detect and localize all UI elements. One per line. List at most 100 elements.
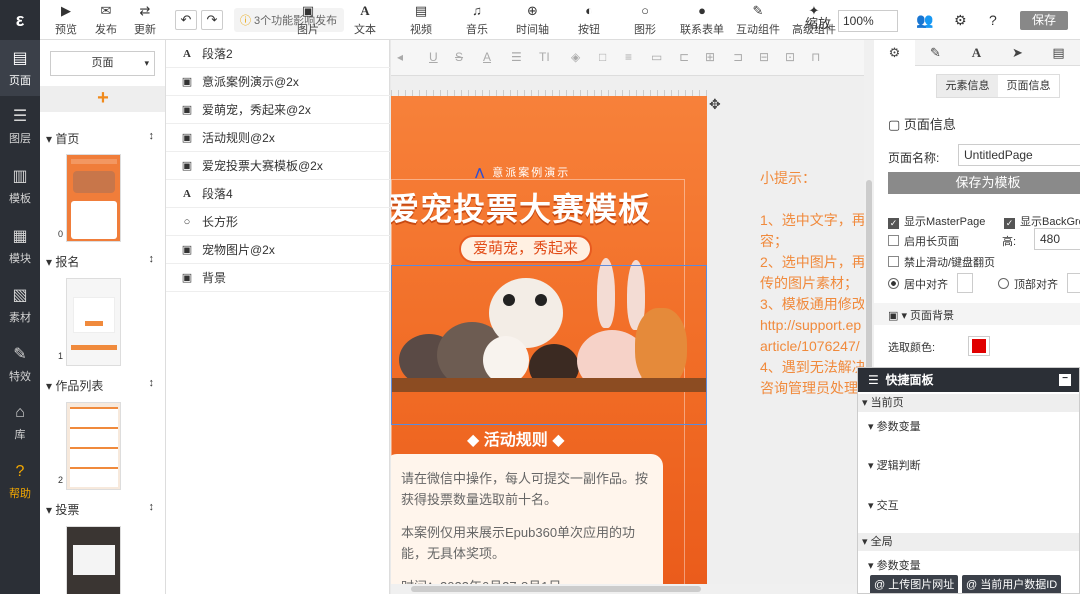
page-section-vote[interactable]: ▾ 投票 ↕ (46, 501, 158, 518)
poster-title[interactable]: 爱宠投票大赛模板 (391, 184, 651, 230)
lines-icon[interactable]: ≡ (625, 50, 632, 64)
nav-library[interactable]: ⌂ 库 (0, 395, 40, 451)
text-tool[interactable]: A 文本 (354, 3, 376, 37)
layer-item[interactable]: ▣ 意派案例演示@2x (166, 68, 390, 96)
font-color-icon[interactable]: A (483, 50, 491, 64)
nav-page[interactable]: ▤ 页面 (0, 40, 40, 96)
quick-panel-header[interactable]: ☰ 快捷面板 − (858, 368, 1079, 392)
save-button[interactable]: 保存 (1020, 11, 1068, 30)
shadow-icon[interactable]: ▭ (651, 50, 662, 64)
lock-icon[interactable]: ⊓ (811, 50, 820, 64)
disable-scroll-checkbox[interactable]: 禁止滑动/键盘翻页 (888, 254, 995, 270)
minimize-icon[interactable]: − (1059, 374, 1071, 386)
show-master-checkbox[interactable]: ✓ 显示MasterPage (888, 213, 985, 229)
publish-button[interactable]: ✉ 发布 (95, 3, 117, 37)
show-bg-checkbox[interactable]: ✓显示BackGrou (1004, 213, 1080, 229)
page-section-signup[interactable]: ▾ 报名 ↕ (46, 253, 158, 270)
user-data-button[interactable]: @ 当前用户数据ID (962, 575, 1062, 593)
brand-logo[interactable]: ⋀ 意派案例演示 (475, 164, 570, 180)
align-right-icon[interactable]: ⊐ (733, 50, 743, 64)
rules-card[interactable]: 请在微信中操作，每人可提交一副作品。按获得投票数量选取前十名。 本案例仅用来展示… (391, 454, 663, 584)
undo-button[interactable]: ↶ (175, 10, 197, 30)
page-type-select[interactable]: 页面 ▾ (50, 51, 155, 76)
tab-action[interactable]: ➤ (997, 40, 1038, 66)
nav-module[interactable]: ▦ 模块 (0, 218, 40, 274)
bg-color-swatch[interactable] (968, 336, 990, 356)
align-left-icon[interactable]: ⊏ (679, 50, 689, 64)
timeline-tool[interactable]: ⊕ 时间轴 (516, 3, 549, 37)
update-button[interactable]: ⇄ 更新 (134, 3, 156, 37)
nav-assets[interactable]: ▧ 素材 (0, 277, 40, 333)
text-size-icon[interactable]: TI (539, 50, 550, 64)
image-tool[interactable]: ▣ 图片 (297, 3, 319, 37)
nav-layers[interactable]: ☰ 图层 (0, 98, 40, 154)
redo-button[interactable]: ↷ (201, 10, 223, 30)
arrange-icon[interactable]: ⊡ (785, 50, 795, 64)
nav-template[interactable]: ▥ 模板 (0, 158, 40, 214)
upload-url-button[interactable]: @ 上传图片网址 (870, 575, 959, 593)
fill-icon[interactable]: ◈ (571, 50, 580, 64)
page-name-input[interactable]: UntitledPage (958, 144, 1080, 166)
sort-icon[interactable]: ↕ (149, 253, 155, 265)
interactive-tool[interactable]: ✎ 互动组件 (736, 3, 780, 37)
app-logo[interactable]: ε (0, 0, 40, 40)
long-page-checkbox[interactable]: 启用长页面 (888, 233, 959, 249)
layer-item[interactable]: ▣ 宠物图片@2x (166, 236, 390, 264)
current-params-item[interactable]: ▾ 参数变量 (868, 418, 921, 434)
layer-item[interactable]: ▣ 活动规则@2x (166, 124, 390, 152)
publish-notice[interactable]: ⓘ 3个功能影响发布 (234, 8, 344, 32)
add-page-button[interactable]: + (40, 86, 165, 112)
interaction-item[interactable]: ▾ 交互 (868, 497, 899, 513)
poster-canvas[interactable]: ⋀ 意派案例演示 爱宠投票大赛模板 爱萌宠，秀起来 ◆ 活动规则 ◆ 请在微信中操… (391, 96, 707, 584)
nav-help[interactable]: ? 帮助 (0, 454, 40, 510)
move-handle-icon[interactable]: ✥ (709, 96, 721, 113)
shape-tool[interactable]: ○ 图形 (634, 3, 656, 37)
tab-style[interactable]: ✎ (915, 40, 956, 66)
horizontal-scrollbar[interactable] (391, 584, 864, 594)
users-icon[interactable]: 👥 (916, 12, 933, 29)
tab-text[interactable]: A (956, 40, 997, 66)
slogan-pill[interactable]: 爱萌宠，秀起来 (459, 235, 593, 263)
border-icon[interactable]: □ (599, 50, 606, 64)
save-as-template-button[interactable]: 保存为模板 (888, 172, 1080, 194)
nav-effects[interactable]: ✎ 特效 (0, 336, 40, 392)
align-center-icon[interactable]: ⊞ (705, 50, 715, 64)
tab-page-info[interactable]: 页面信息 (998, 75, 1059, 97)
strikethrough-icon[interactable]: S (455, 50, 463, 64)
global-params-item[interactable]: ▾ 参数变量 (868, 557, 921, 573)
tab-doc[interactable]: ▤ (1038, 40, 1079, 66)
layer-item[interactable]: ▣ 爱宠投票大赛模板@2x (166, 152, 390, 180)
layer-item[interactable]: ○ 长方形 (166, 208, 390, 236)
sort-icon[interactable]: ↕ (149, 501, 155, 513)
sort-icon[interactable]: ↕ (149, 130, 155, 142)
top-align-radio[interactable]: 顶部对齐 (998, 276, 1058, 292)
gear-icon[interactable]: ⚙ (954, 12, 967, 29)
layer-item[interactable]: A 段落2 (166, 40, 390, 68)
layer-item[interactable]: ▣ 爱萌宠，秀起来@2x (166, 96, 390, 124)
tab-element-info[interactable]: 元素信息 (937, 75, 998, 97)
page-thumbnail[interactable] (66, 526, 121, 594)
sort-icon[interactable]: ↕ (149, 377, 155, 389)
help-circle-icon[interactable]: ? (989, 12, 997, 28)
center-align-radio[interactable]: 居中对齐 (888, 276, 948, 292)
layer-item[interactable]: A 段落4 (166, 180, 390, 208)
canvas-area[interactable]: ⋀ 意派案例演示 爱宠投票大赛模板 爱萌宠，秀起来 ◆ 活动规则 ◆ 请在微信中操… (391, 76, 864, 584)
height-input[interactable]: 480 (1034, 228, 1080, 250)
selection-box[interactable] (391, 265, 707, 425)
layer-item[interactable]: ▣ 背景 (166, 264, 390, 292)
preview-button[interactable]: ▶ 预览 (55, 3, 77, 37)
music-tool[interactable]: ♫ 音乐 (466, 3, 488, 37)
align-justify-icon[interactable]: ☰ (511, 50, 522, 64)
page-section-home[interactable]: ▾ 首页 ↕ (46, 130, 158, 147)
page-section-works[interactable]: ▾ 作品列表 ↕ (46, 377, 158, 394)
global-section[interactable]: ▾ 全局 (858, 533, 1079, 551)
page-thumbnail[interactable] (66, 154, 121, 242)
zoom-input[interactable]: 100% (838, 10, 898, 32)
rules-heading[interactable]: ◆ 活动规则 ◆ (467, 426, 565, 450)
distribute-icon[interactable]: ⊟ (759, 50, 769, 64)
collapse-icon[interactable]: ◂ (397, 50, 403, 64)
logic-item[interactable]: ▾ 逻辑判断 (868, 457, 921, 473)
page-thumbnail[interactable] (66, 278, 121, 366)
underline-icon[interactable]: U (429, 50, 438, 64)
contact-form-tool[interactable]: ● 联系表单 (680, 3, 724, 37)
